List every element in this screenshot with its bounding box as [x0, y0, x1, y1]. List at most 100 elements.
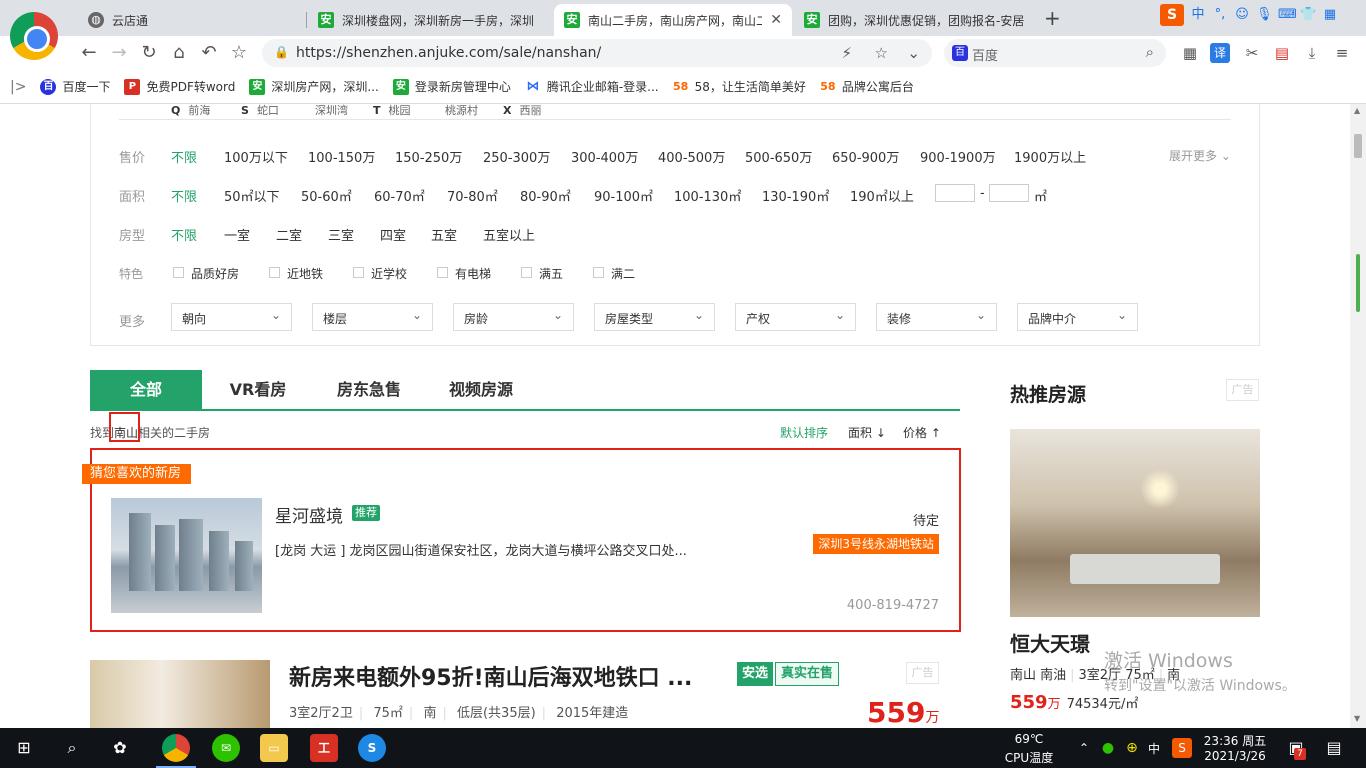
- lightning-icon[interactable]: ⚡: [841, 44, 852, 62]
- toolbox-icon[interactable]: ▦: [1322, 7, 1338, 23]
- clock-date[interactable]: 2021/3/26: [1200, 749, 1270, 763]
- price-option[interactable]: 100万以下: [224, 147, 288, 166]
- price-option[interactable]: 300-400万: [571, 147, 638, 166]
- price-option[interactable]: 250-300万: [483, 147, 550, 166]
- area-max-input[interactable]: [989, 184, 1029, 202]
- feature-label[interactable]: 满五: [539, 265, 563, 282]
- bookmark-58[interactable]: 58 58，让生活简单美好: [672, 78, 806, 95]
- punctuation-icon[interactable]: °,: [1212, 7, 1228, 23]
- expand-more-button[interactable]: 展开更多 ⌄: [1169, 147, 1231, 164]
- room-option[interactable]: 三室: [328, 225, 354, 244]
- bookmarks-toggle-icon[interactable]: |>: [10, 79, 26, 95]
- feature-checkbox[interactable]: [593, 267, 604, 278]
- region-xili[interactable]: X 西丽: [503, 104, 541, 118]
- ime-language-toggle[interactable]: 中: [1190, 7, 1206, 23]
- area-min-input[interactable]: [935, 184, 975, 202]
- new-tab-button[interactable]: +: [1044, 6, 1061, 30]
- bookmark-xinfang-admin[interactable]: 安登录新房管理中心: [392, 78, 511, 95]
- translate-icon[interactable]: 译: [1210, 43, 1230, 63]
- bookmark-baidu[interactable]: 百百度一下: [40, 78, 110, 95]
- region-shenzhenwan[interactable]: 深圳湾: [307, 104, 348, 118]
- reload-button[interactable]: ↻: [137, 41, 161, 65]
- feature-label[interactable]: 有电梯: [455, 265, 491, 282]
- tab-nanshan-ershoufang[interactable]: 安 南山二手房，南山房产网，南山二 ✕: [554, 4, 792, 36]
- sort-default[interactable]: 默认排序: [780, 424, 828, 441]
- skin-icon[interactable]: 👕: [1300, 7, 1316, 23]
- room-option[interactable]: 五室以上: [483, 225, 535, 244]
- feature-label[interactable]: 近地铁: [287, 265, 323, 282]
- bookmark-shenzhen-fangchan[interactable]: 安深圳房产网，深圳...: [249, 78, 379, 95]
- feature-label[interactable]: 品质好房: [191, 265, 239, 282]
- listing-photo[interactable]: [90, 660, 270, 728]
- forward-button[interactable]: →: [107, 41, 131, 65]
- feature-checkbox[interactable]: [353, 267, 364, 278]
- emoji-icon[interactable]: ☺: [1234, 7, 1250, 23]
- bookmark-brand-apartment[interactable]: 58 品牌公寓后台: [819, 78, 914, 95]
- region-qianhai[interactable]: Q 前海: [171, 104, 210, 118]
- ime-indicator[interactable]: 中: [1146, 740, 1162, 757]
- area-option[interactable]: 70-80㎡: [447, 186, 498, 205]
- sort-area[interactable]: 面积 ↓: [848, 424, 886, 441]
- undo-close-button[interactable]: ↶: [197, 41, 221, 65]
- tab-tuangou[interactable]: 安 团购，深圳优惠促销，团购报名-安居: [794, 4, 1036, 36]
- scroll-thumb[interactable]: [1354, 134, 1362, 158]
- price-option[interactable]: 1900万以上: [1014, 147, 1086, 166]
- decoration-dropdown[interactable]: 装修 ⌄: [876, 303, 997, 331]
- sort-price[interactable]: 价格 ↑: [903, 424, 941, 441]
- scroll-down-icon[interactable]: ▼: [1354, 714, 1360, 723]
- feature-checkbox[interactable]: [173, 267, 184, 278]
- tray-expand-icon[interactable]: ⌃: [1072, 736, 1096, 760]
- area-option[interactable]: 60-70㎡: [374, 186, 425, 205]
- tab-video[interactable]: 视频房源: [438, 370, 524, 409]
- wechat-tray-icon[interactable]: ●: [1096, 736, 1120, 760]
- pdf-icon[interactable]: ▤: [1272, 43, 1292, 63]
- windows-start-icon[interactable]: ⊞: [12, 736, 36, 760]
- menu-icon[interactable]: ≡: [1332, 43, 1352, 63]
- feature-checkbox[interactable]: [521, 267, 532, 278]
- listing-item[interactable]: 新房来电额外95折!南山后海双地铁口 ... 安选 真实在售 广告 3室2厅2卫…: [90, 660, 960, 728]
- recommended-new-house-card[interactable]: 猜您喜欢的新房 星河盛境 推荐 [龙岗 大运 ] 龙岗区园山街道保安社区，龙岗大…: [82, 448, 961, 632]
- room-option[interactable]: 一室: [224, 225, 250, 244]
- area-option[interactable]: 190㎡以上: [850, 186, 914, 205]
- price-option[interactable]: 150-250万: [395, 147, 462, 166]
- search-icon[interactable]: ⌕: [60, 736, 84, 760]
- scissors-icon[interactable]: ✂: [1242, 43, 1262, 63]
- download-icon[interactable]: ⤓: [1302, 43, 1322, 63]
- apps-grid-icon[interactable]: ▦: [1180, 43, 1200, 63]
- area-option[interactable]: 50㎡以下: [224, 186, 280, 205]
- hot-property-name[interactable]: 恒大天璟: [1010, 628, 1090, 657]
- file-explorer-icon[interactable]: ▭: [260, 734, 288, 762]
- sogou-app-icon[interactable]: S: [358, 734, 386, 762]
- floor-dropdown[interactable]: 楼层 ⌄: [312, 303, 433, 331]
- area-option[interactable]: 不限: [171, 186, 197, 205]
- feature-label[interactable]: 近学校: [371, 265, 407, 282]
- price-option[interactable]: 650-900万: [832, 147, 899, 166]
- sogou-tray-icon[interactable]: S: [1172, 738, 1192, 758]
- back-button[interactable]: ←: [77, 41, 101, 65]
- room-option[interactable]: 不限: [171, 225, 197, 244]
- property-title[interactable]: 星河盛境: [275, 502, 343, 527]
- brand-agency-dropdown[interactable]: 品牌中介 ⌄: [1017, 303, 1138, 331]
- pinwheel-app-icon[interactable]: ✿: [108, 736, 132, 760]
- listing-title[interactable]: 新房来电额外95折!南山后海双地铁口 ...: [289, 660, 692, 692]
- action-center-icon[interactable]: ▤: [1322, 736, 1346, 760]
- price-option[interactable]: 100-150万: [308, 147, 375, 166]
- lock-icon[interactable]: 🔒: [274, 45, 289, 59]
- microphone-icon[interactable]: 🎙: [1256, 7, 1273, 23]
- bookmark-pdf-to-word[interactable]: P 免费PDF转word: [124, 78, 235, 95]
- price-option[interactable]: 400-500万: [658, 147, 725, 166]
- property-right-dropdown[interactable]: 产权 ⌄: [735, 303, 856, 331]
- age-dropdown[interactable]: 房龄 ⌄: [453, 303, 574, 331]
- area-option[interactable]: 90-100㎡: [594, 186, 653, 205]
- tray-plus-icon[interactable]: ⊕: [1120, 736, 1144, 760]
- wechat-icon[interactable]: ✉: [212, 734, 240, 762]
- url-text[interactable]: https://shenzhen.anjuke.com/sale/nanshan…: [296, 45, 601, 61]
- close-tab-icon[interactable]: ✕: [770, 12, 782, 28]
- room-option[interactable]: 二室: [276, 225, 302, 244]
- bookmark-tencent-mail[interactable]: ⋈ 腾讯企业邮箱-登录...: [524, 78, 659, 95]
- region-shekou[interactable]: S 蛇口: [241, 104, 279, 118]
- tab-all[interactable]: 全部: [90, 370, 202, 409]
- tab-yundiantong[interactable]: ◍ 云店通: [78, 4, 304, 36]
- house-type-dropdown[interactable]: 房屋类型 ⌄: [594, 303, 715, 331]
- region-taoyuan[interactable]: T 桃园: [373, 104, 411, 118]
